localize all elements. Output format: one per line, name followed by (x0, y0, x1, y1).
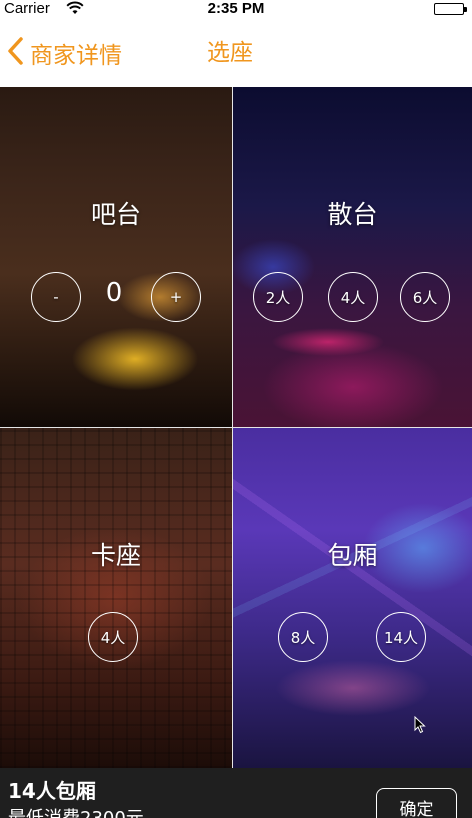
bar-seat-section[interactable]: 吧台 - 0 + (0, 87, 232, 427)
cursor-icon (414, 715, 426, 738)
selected-seat-title: 14人包厢 (8, 779, 96, 803)
navigation-bar: 商家详情 选座 (0, 20, 472, 87)
booth-photo (0, 428, 232, 768)
vip-option-8[interactable]: 8人 (278, 612, 328, 662)
minimum-spend-text: 最低消费2300元 (8, 804, 144, 818)
scatter-table-photo (233, 87, 472, 427)
booth-option-4[interactable]: 4人 (88, 612, 138, 662)
bar-photo (0, 87, 232, 427)
back-label: 商家详情 (30, 43, 122, 69)
battery-icon (434, 3, 467, 15)
scatter-table-label: 散台 (327, 200, 378, 229)
increase-button[interactable]: + (151, 272, 201, 322)
seat-type-grid: 吧台 - 0 + 散台 2人 4人 6人 卡座 4人 包厢 8人 14人 (0, 87, 472, 768)
clock: 2:35 PM (207, 0, 265, 17)
bar-seat-count: 0 (105, 278, 123, 308)
scatter-option-2[interactable]: 2人 (253, 272, 303, 322)
grid-divider-horizontal (0, 427, 472, 428)
back-button[interactable]: 商家详情 (6, 36, 122, 70)
scatter-option-4[interactable]: 4人 (328, 272, 378, 322)
vip-room-photo (233, 428, 472, 768)
selection-summary-bar: 14人包厢 最低消费2300元 确定 (0, 768, 472, 818)
decrease-button[interactable]: - (31, 272, 81, 322)
page-title: 选座 (207, 40, 253, 66)
status-bar: Carrier 2:35 PM (0, 0, 472, 20)
bar-seat-label: 吧台 (90, 200, 141, 229)
vip-room-section[interactable]: 包厢 8人 14人 (233, 428, 472, 768)
booth-section[interactable]: 卡座 4人 (0, 428, 232, 768)
chevron-left-icon (6, 36, 24, 70)
scatter-table-section[interactable]: 散台 2人 4人 6人 (233, 87, 472, 427)
booth-label: 卡座 (90, 541, 141, 570)
vip-room-label: 包厢 (327, 541, 378, 570)
vip-option-14[interactable]: 14人 (376, 612, 426, 662)
confirm-button[interactable]: 确定 (376, 788, 457, 818)
scatter-option-6[interactable]: 6人 (400, 272, 450, 322)
